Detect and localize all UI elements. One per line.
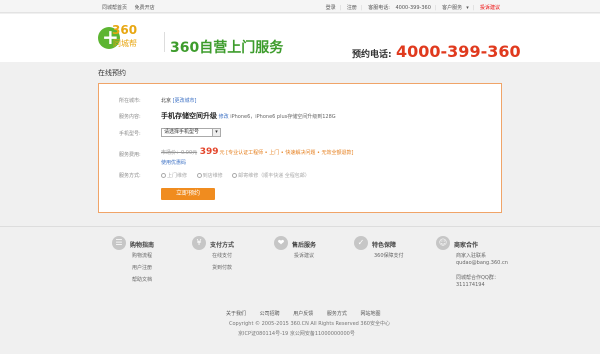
sitemap-link[interactable]: 网站地图 bbox=[360, 311, 380, 317]
price-unit: 元 bbox=[219, 150, 225, 156]
method-options: 上门维修 到店维修 邮寄维修（顺丰快递 全程包邮） bbox=[161, 172, 318, 179]
hotline-label: 客服电话: bbox=[368, 5, 390, 11]
qq-group-label: 同城帮合作QQ群： bbox=[456, 275, 499, 281]
icp-license: 京ICP证080114号-19 京公网安备11000000000号 bbox=[238, 331, 355, 337]
bottom-links: 关于我们 公司招聘 用户反馈 服务方式 网站地图 bbox=[226, 310, 392, 317]
qq-group-number: 311174194 bbox=[456, 282, 485, 288]
partner-email[interactable]: qudao@bang.360.cn bbox=[456, 260, 508, 266]
partner-icon: ☺ bbox=[436, 236, 450, 250]
home-link[interactable]: 同城帮首页 bbox=[102, 5, 127, 11]
city-value: 北京 bbox=[161, 98, 172, 104]
city-row: 北京 [更改城市] bbox=[161, 97, 197, 104]
shopping-guide-icon: ☰ bbox=[112, 236, 126, 250]
footer-link[interactable]: 商家入驻联系 bbox=[456, 252, 486, 259]
city-label: 所在城市: bbox=[119, 98, 141, 104]
customer-service-menu[interactable]: 客户服务 bbox=[442, 5, 462, 11]
hotline-label: 预约电话: bbox=[352, 50, 392, 60]
fee-label: 服务费用: bbox=[119, 152, 141, 158]
header: 360 同城帮 360自营上门服务 预约电话: 4000-399-360 bbox=[0, 14, 600, 62]
slogan: 360自营上门服务 bbox=[170, 40, 284, 56]
service-label: 服务内容: bbox=[119, 114, 141, 120]
register-link[interactable]: 注册 bbox=[347, 5, 357, 11]
model-row: 请选择手机型号 ▾ bbox=[161, 128, 221, 137]
method-store-option[interactable]: 到店维修 bbox=[196, 173, 223, 179]
fee-row: 市场价：0.00元 399元 [专业认证工程师 • 上门 • 快速解决问题 • … bbox=[161, 147, 353, 157]
page-title: 在线预约 bbox=[98, 69, 126, 77]
top-left-links: 同城帮首页 免费开店 bbox=[102, 4, 161, 11]
radio-icon bbox=[161, 173, 166, 178]
service-price: 399 bbox=[199, 147, 219, 157]
jobs-link[interactable]: 公司招聘 bbox=[260, 311, 280, 317]
service-row: 手机存储空间升级 修改 iPhone6，iPhone6 plus存储空间升级到1… bbox=[161, 111, 336, 121]
book-now-button[interactable]: 立即预约 bbox=[161, 188, 215, 200]
complaint-link[interactable]: 投诉建议 bbox=[480, 5, 500, 11]
copyright: Copyright © 2005-2015 360.CN All Rights … bbox=[229, 321, 390, 327]
open-shop-link[interactable]: 免费开店 bbox=[135, 5, 155, 11]
footer-link[interactable]: 货到付款 bbox=[212, 264, 232, 271]
footer-link[interactable]: 在线支付 bbox=[212, 252, 232, 259]
model-label: 手机型号: bbox=[119, 131, 141, 137]
footer-col-title: 支付方式 bbox=[210, 242, 235, 249]
service-link[interactable]: 服务方式 bbox=[327, 311, 347, 317]
top-bar: 同城帮首页 免费开店 登录 | 注册 | 客服电话: 4000-399-360 | 客… bbox=[0, 0, 600, 13]
service-tags: [专业认证工程师 • 上门 • 快速解决问题 • 无效全额退款] bbox=[226, 150, 354, 156]
footer-link[interactable]: 用户注册 bbox=[132, 264, 152, 271]
service-description: iPhone6，iPhone6 plus存储空间升级到128G bbox=[230, 114, 336, 120]
logo-text: 360 bbox=[112, 23, 138, 37]
chevron-down-icon: ▾ bbox=[466, 5, 469, 11]
footer-col-title: 特色保障 bbox=[372, 242, 397, 249]
method-mail-option[interactable]: 邮寄维修（顺丰快递 全程包邮） bbox=[232, 173, 310, 179]
after-sales-icon: ❤ bbox=[274, 236, 288, 250]
original-price: 市场价：0.00元 bbox=[161, 150, 198, 156]
booking-form: 所在城市: 北京 [更改城市] 服务内容: 手机存储空间升级 修改 iPhone… bbox=[98, 83, 502, 213]
method-home-option[interactable]: 上门维修 bbox=[161, 173, 187, 179]
login-link[interactable]: 登录 bbox=[326, 5, 336, 11]
change-city-link[interactable]: [更改城市] bbox=[173, 98, 197, 104]
coupon-link[interactable]: 使用优惠码 bbox=[161, 159, 186, 166]
method-label: 服务方式: bbox=[119, 173, 141, 179]
hotline-number: 4000-399-360 bbox=[396, 42, 521, 61]
footer-col-title: 购物指南 bbox=[130, 242, 155, 249]
guarantee-icon: ✓ bbox=[354, 236, 368, 250]
top-right-links: 登录 | 注册 | 客服电话: 4000-399-360 | 客户服务 ▾ | 投诉建议 bbox=[325, 5, 500, 11]
footer-link[interactable]: 360保障支付 bbox=[374, 252, 404, 259]
service-name: 手机存储空间升级 bbox=[161, 112, 217, 120]
footer-link[interactable]: 购物流程 bbox=[132, 252, 152, 259]
modify-service-link[interactable]: 修改 bbox=[219, 114, 229, 120]
footer-link[interactable]: 投诉建议 bbox=[294, 252, 314, 259]
phone-model-select[interactable]: 请选择手机型号 ▾ bbox=[161, 128, 221, 137]
footer-col-title: 商家合作 bbox=[454, 242, 479, 249]
footer-link[interactable]: 帮助文档 bbox=[132, 276, 152, 283]
feedback-link[interactable]: 用户反馈 bbox=[293, 311, 313, 317]
radio-icon bbox=[232, 173, 238, 178]
about-link[interactable]: 关于我们 bbox=[226, 311, 246, 317]
logo-subtext: 同城帮 bbox=[113, 39, 137, 48]
chevron-down-icon: ▾ bbox=[212, 129, 220, 136]
payment-icon: ¥ bbox=[192, 236, 206, 250]
hotline-number: 4000-399-360 bbox=[395, 5, 431, 11]
footer-col-title: 售后服务 bbox=[292, 242, 317, 249]
radio-icon bbox=[196, 173, 202, 178]
logo[interactable]: 360 同城帮 bbox=[98, 23, 137, 53]
divider bbox=[164, 32, 165, 52]
